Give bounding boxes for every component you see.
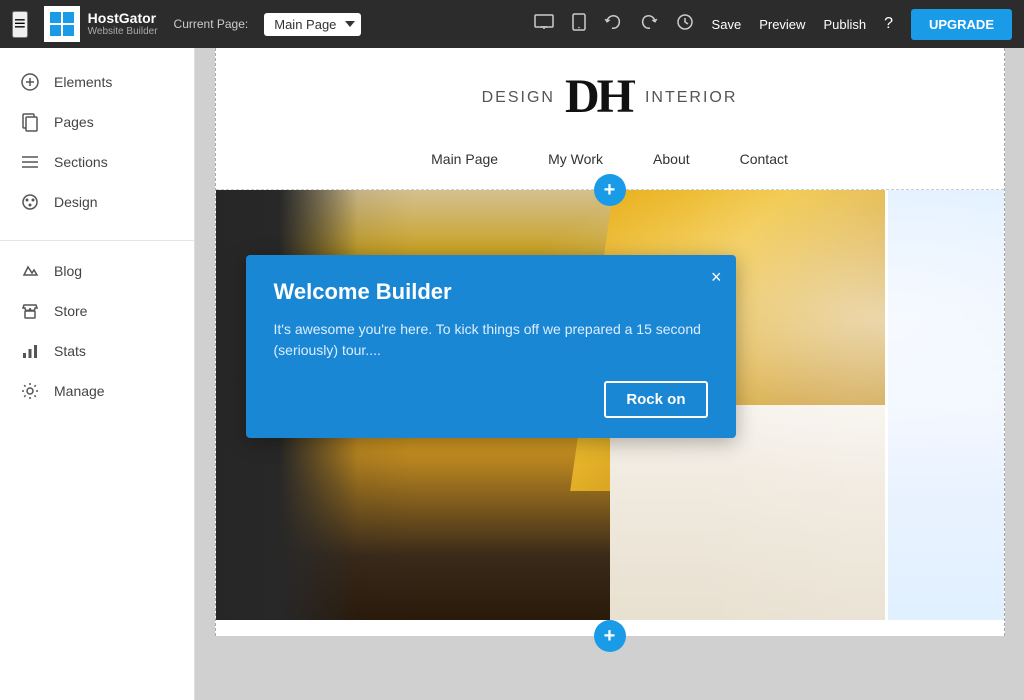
stats-icon: [20, 341, 40, 361]
upgrade-button[interactable]: UPGRADE: [911, 9, 1012, 40]
sidebar-item-design-label: Design: [54, 194, 98, 210]
canvas-wrapper: DESIGN DHV INTERIOR Main Page My Work Ab…: [215, 48, 1005, 636]
topbar-actions: Save Preview Publish ? UPGRADE: [534, 9, 1012, 40]
desktop-view-button[interactable]: [534, 14, 554, 35]
current-page-label: Current Page:: [174, 17, 249, 31]
logo-monogram: DHV: [565, 68, 635, 127]
sidebar-top-section: Elements Pages Sections: [0, 58, 194, 234]
sidebar-item-store-label: Store: [54, 303, 87, 319]
nav-my-work[interactable]: My Work: [548, 151, 603, 167]
welcome-popup-title: Welcome Builder: [274, 279, 708, 305]
sidebar: Elements Pages Sections: [0, 48, 195, 700]
sidebar-item-manage-label: Manage: [54, 383, 105, 399]
nav-main-page[interactable]: Main Page: [431, 151, 498, 167]
history-button[interactable]: [676, 13, 694, 36]
logo-text: HostGator Website Builder: [88, 10, 158, 39]
help-button[interactable]: ?: [884, 15, 893, 33]
sidebar-item-blog-label: Blog: [54, 263, 82, 279]
tablet-view-button[interactable]: [572, 13, 586, 36]
sidebar-item-stats-label: Stats: [54, 343, 86, 359]
logo-icon: [44, 6, 80, 42]
logo-name: HostGator: [88, 10, 158, 27]
sidebar-item-store[interactable]: Store: [0, 291, 194, 331]
manage-icon: [20, 381, 40, 401]
publish-button[interactable]: Publish: [823, 17, 866, 32]
svg-text:DHV: DHV: [565, 70, 635, 118]
add-section-button-bottom[interactable]: +: [594, 620, 626, 652]
plus-icon: [20, 72, 40, 92]
logo-design-text: DESIGN: [482, 89, 555, 107]
logo-sub: Website Builder: [88, 26, 158, 38]
logo: HostGator Website Builder: [44, 6, 158, 42]
blog-icon: [20, 261, 40, 281]
site-header-section: DESIGN DHV INTERIOR Main Page My Work Ab…: [216, 48, 1004, 190]
sidebar-item-blog[interactable]: Blog: [0, 251, 194, 291]
page-selector[interactable]: Main Page My Work About Contact: [264, 13, 361, 36]
sidebar-item-manage[interactable]: Manage: [0, 371, 194, 411]
sidebar-item-elements[interactable]: Elements: [0, 62, 194, 102]
canvas-area: DESIGN DHV INTERIOR Main Page My Work Ab…: [195, 48, 1024, 700]
rock-on-button[interactable]: Rock on: [604, 381, 707, 418]
redo-button[interactable]: [640, 13, 658, 36]
sidebar-item-sections[interactable]: Sections: [0, 142, 194, 182]
add-section-row-top: +: [216, 174, 1004, 206]
sidebar-item-sections-label: Sections: [54, 154, 108, 170]
topbar: ≡ HostGator Website Builder Current Page…: [0, 0, 1024, 48]
site-logo: DESIGN DHV INTERIOR: [256, 68, 964, 127]
design-icon: [20, 192, 40, 212]
sidebar-item-design[interactable]: Design: [0, 182, 194, 222]
nav-about[interactable]: About: [653, 151, 690, 167]
save-button[interactable]: Save: [712, 17, 742, 32]
hamburger-menu-button[interactable]: ≡: [12, 11, 28, 38]
sidebar-divider: [0, 240, 194, 241]
welcome-popup-text: It's awesome you're here. To kick things…: [274, 319, 708, 361]
sidebar-item-pages-label: Pages: [54, 114, 94, 130]
dhv-logo-svg: DHV: [565, 68, 635, 118]
welcome-popup: × Welcome Builder It's awesome you're he…: [246, 255, 736, 438]
add-section-button-top[interactable]: +: [594, 174, 626, 206]
sidebar-bottom-section: Blog Store Stats: [0, 247, 194, 423]
store-icon: [20, 301, 40, 321]
undo-button[interactable]: [604, 13, 622, 36]
pages-icon: [20, 112, 40, 132]
main-layout: Elements Pages Sections: [0, 48, 1024, 700]
nav-contact[interactable]: Contact: [740, 151, 788, 167]
preview-button[interactable]: Preview: [759, 17, 805, 32]
welcome-popup-close-button[interactable]: ×: [711, 267, 722, 288]
hero-section: × Welcome Builder It's awesome you're he…: [216, 190, 1004, 620]
add-section-row-bottom: +: [216, 620, 1004, 652]
sidebar-item-pages[interactable]: Pages: [0, 102, 194, 142]
sidebar-item-elements-label: Elements: [54, 74, 112, 90]
hostgator-logo-svg: [48, 10, 76, 38]
logo-interior-text: INTERIOR: [645, 89, 737, 107]
sections-icon: [20, 152, 40, 172]
sidebar-item-stats[interactable]: Stats: [0, 331, 194, 371]
